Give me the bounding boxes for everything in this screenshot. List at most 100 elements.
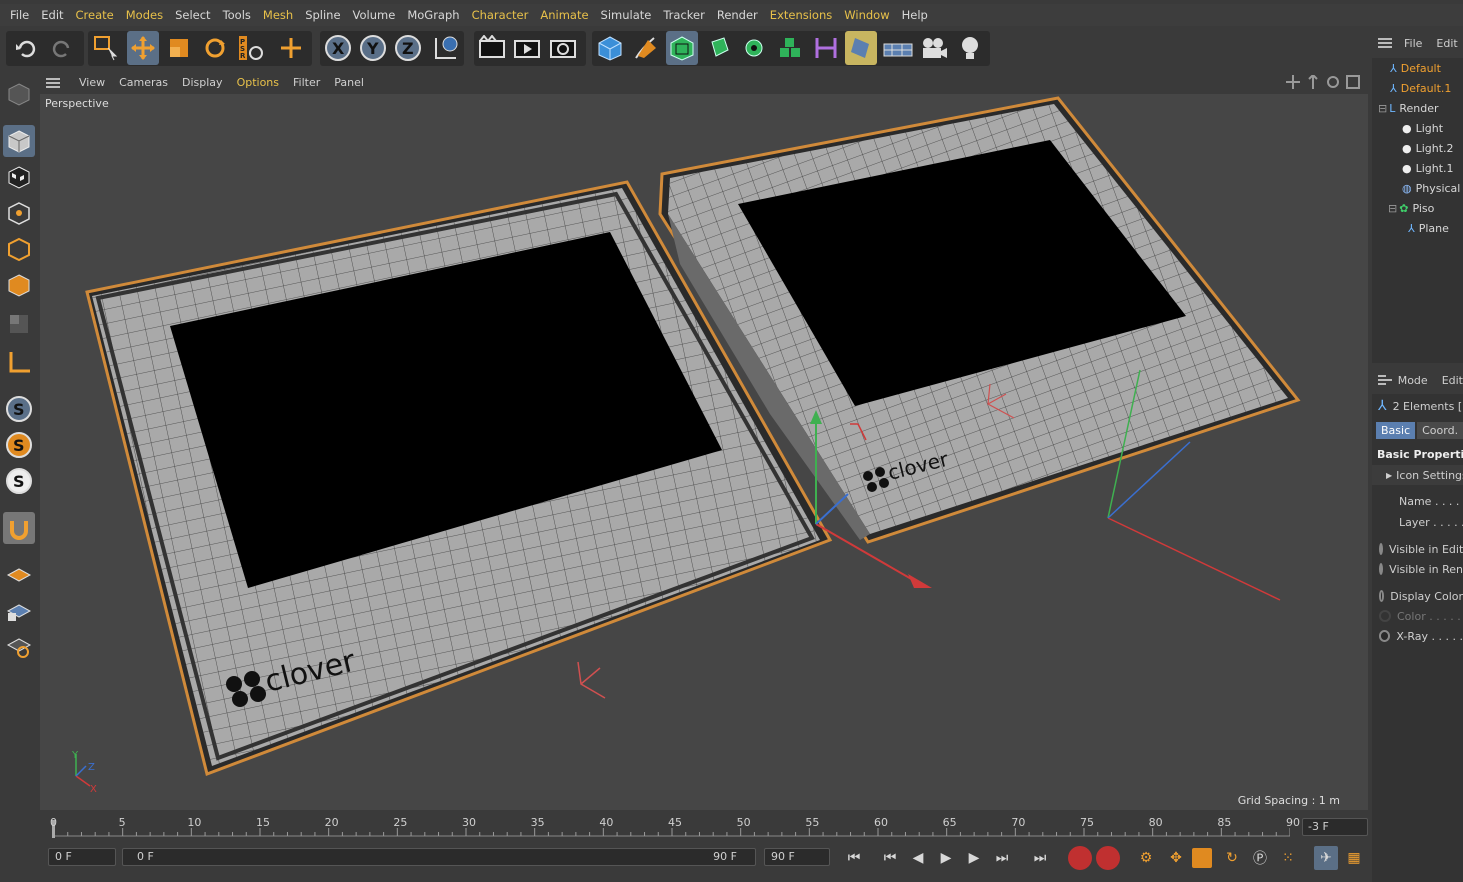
scheme-icon[interactable]: ✈ — [1314, 846, 1338, 870]
subdivision-surface-icon[interactable] — [666, 31, 698, 65]
viewport-hamburger-icon[interactable] — [46, 77, 60, 88]
locked-workplane-icon[interactable] — [3, 594, 35, 626]
tab-basic[interactable]: Basic — [1376, 421, 1416, 439]
start-frame-field[interactable]: 0 F — [48, 848, 116, 866]
viewport-menu-filter[interactable]: Filter — [286, 76, 327, 89]
menu-help[interactable]: Help — [896, 8, 934, 22]
uv-mode-icon[interactable] — [3, 308, 35, 340]
icon-settings-toggle[interactable]: ▶ Icon Settings — [1372, 465, 1463, 485]
viewport-maximize-icon[interactable] — [1346, 75, 1360, 89]
menu-select[interactable]: Select — [169, 8, 216, 22]
timeline-window-icon[interactable]: ▦ — [1342, 846, 1366, 870]
menu-mograph[interactable]: MoGraph — [401, 8, 465, 22]
expand-icon[interactable]: ⊟ — [1378, 102, 1387, 115]
key-rotation-icon[interactable]: ↻ — [1220, 846, 1244, 870]
x-axis-lock-button[interactable]: X — [322, 31, 354, 65]
menu-extensions[interactable]: Extensions — [764, 8, 838, 22]
texture-mode-icon[interactable] — [3, 161, 35, 193]
workplane-mode-icon[interactable] — [3, 630, 35, 662]
visible-render-radio[interactable] — [1379, 563, 1384, 575]
viewport-pan-icon[interactable] — [1286, 75, 1300, 89]
mograph-cloner-icon[interactable] — [738, 31, 770, 65]
perspective-viewport[interactable]: clover clover Y Z X Perspective Grid Spa… — [40, 94, 1368, 810]
mograph-fracture-icon[interactable] — [774, 31, 806, 65]
viewport-orbit-icon[interactable] — [1326, 75, 1340, 89]
model-mode-icon[interactable] — [3, 125, 35, 157]
camera-icon[interactable] — [918, 31, 950, 65]
object-item-plane[interactable]: ⅄ Plane — [1372, 218, 1463, 238]
menu-tools[interactable]: Tools — [217, 8, 257, 22]
z-axis-lock-button[interactable]: Z — [392, 31, 424, 65]
viewport-menu-options[interactable]: Options — [230, 76, 286, 89]
y-axis-lock-button[interactable]: Y — [357, 31, 389, 65]
object-item-default[interactable]: ⅄ Default — [1372, 58, 1463, 78]
go-to-start-icon[interactable]: ⏮ — [842, 846, 866, 870]
key-pla-icon[interactable]: ⁙ — [1276, 846, 1300, 870]
expand-icon[interactable]: ⊟ — [1388, 202, 1397, 215]
object-menu-edit[interactable]: Edit — [1436, 37, 1457, 50]
make-editable-icon[interactable] — [3, 78, 35, 110]
redo-icon[interactable] — [46, 31, 78, 65]
polygons-mode-icon[interactable] — [3, 269, 35, 301]
menu-simulate[interactable]: Simulate — [595, 8, 658, 22]
object-manager-hamburger-icon[interactable] — [1378, 38, 1392, 48]
render-view-icon[interactable] — [476, 31, 508, 65]
object-item-light-2[interactable]: ● Light.2 — [1372, 138, 1463, 158]
extrude-icon[interactable] — [702, 31, 734, 65]
menu-tracker[interactable]: Tracker — [657, 8, 711, 22]
axis-mode-icon[interactable] — [3, 346, 35, 378]
render-settings-icon[interactable] — [547, 31, 579, 65]
snap-settings-icon[interactable]: S — [3, 429, 35, 461]
edges-mode-icon[interactable] — [3, 233, 35, 265]
coordinate-system-icon[interactable] — [430, 31, 462, 65]
keyframe-selection-icon[interactable]: ⚙ — [1134, 846, 1158, 870]
transform-add-icon[interactable] — [275, 31, 307, 65]
frame-range-slider[interactable]: 0 F 90 F — [122, 848, 756, 866]
viewport-dolly-icon[interactable] — [1306, 75, 1320, 89]
attribute-manager-hamburger-icon[interactable] — [1378, 375, 1392, 385]
key-parameter-icon[interactable]: Ⓟ — [1248, 846, 1272, 870]
cube-object-icon[interactable] — [594, 31, 626, 65]
object-item-render[interactable]: ⊟ L Render — [1372, 98, 1463, 118]
points-mode-icon[interactable] — [3, 197, 35, 229]
render-picture-viewer-icon[interactable] — [511, 31, 543, 65]
object-item-default-1[interactable]: ⅄ Default.1 — [1372, 78, 1463, 98]
play-icon[interactable]: ▶ — [934, 846, 958, 870]
menu-modes[interactable]: Modes — [120, 8, 169, 22]
workplane-magnet-icon[interactable] — [3, 512, 35, 544]
next-frame-icon[interactable]: ▶ — [962, 846, 986, 870]
viewport-menu-view[interactable]: View — [72, 76, 112, 89]
viewport-menu-cameras[interactable]: Cameras — [112, 76, 175, 89]
object-item-light-1[interactable]: ● Light.1 — [1372, 158, 1463, 178]
menu-mesh[interactable]: Mesh — [257, 8, 299, 22]
object-item-light[interactable]: ● Light — [1372, 118, 1463, 138]
autokey-icon[interactable] — [1096, 846, 1120, 870]
object-item-physical-sky[interactable]: ◍Physical S — [1372, 178, 1463, 198]
attribute-menu-mode[interactable]: Mode — [1398, 374, 1428, 387]
menu-render[interactable]: Render — [711, 8, 764, 22]
deformer-icon[interactable] — [810, 31, 842, 65]
pen-spline-icon[interactable] — [630, 31, 662, 65]
environment-icon[interactable] — [845, 31, 877, 65]
end-frame-field[interactable]: 90 F — [764, 848, 830, 866]
previous-frame-icon[interactable]: ◀ — [906, 846, 930, 870]
solo-icon[interactable]: S — [3, 465, 35, 497]
object-item-piso[interactable]: ⊟ ✿ Piso — [1372, 198, 1463, 218]
viewport-menu-panel[interactable]: Panel — [327, 76, 371, 89]
workplane-icon[interactable] — [3, 558, 35, 590]
snap-icon[interactable]: S — [3, 393, 35, 425]
live-selection-icon[interactable] — [90, 31, 122, 65]
menu-window[interactable]: Window — [838, 8, 895, 22]
go-to-end-icon[interactable]: ⏭ — [1028, 846, 1052, 870]
object-menu-file[interactable]: File — [1404, 37, 1422, 50]
previous-key-icon[interactable]: ⏮ — [878, 846, 902, 870]
undo-icon[interactable] — [10, 31, 42, 65]
timeline-ruler[interactable]: 0 5 10 15 20 25 30 35 40 45 50 55 60 65 70 75 80 85 90 — [40, 812, 1368, 842]
key-position-icon[interactable]: ✥ — [1164, 846, 1188, 870]
xray-row[interactable]: X-Ray . . . . . — [1372, 626, 1463, 646]
display-color-radio[interactable] — [1379, 590, 1385, 602]
viewport-menu-display[interactable]: Display — [175, 76, 230, 89]
menu-volume[interactable]: Volume — [347, 8, 402, 22]
visible-in-renderer-row[interactable]: Visible in Ren — [1372, 559, 1463, 579]
display-color-row[interactable]: Display Color — [1372, 586, 1463, 606]
